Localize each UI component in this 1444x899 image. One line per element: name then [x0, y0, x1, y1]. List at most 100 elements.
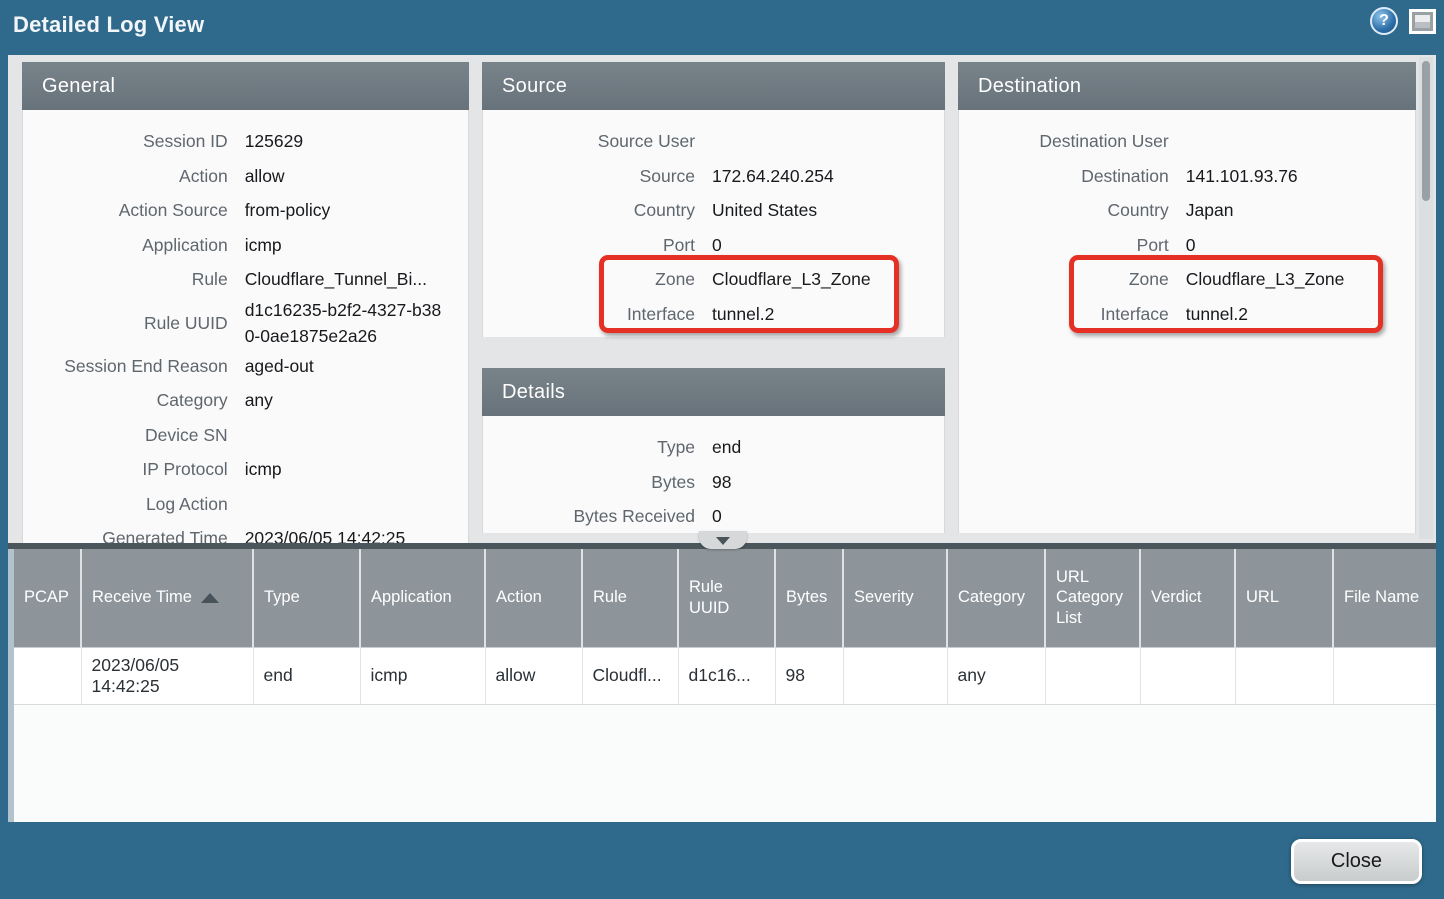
field-value: 0: [1186, 232, 1392, 258]
column-header-rule[interactable]: Rule: [582, 549, 678, 647]
footer-bar: Close: [0, 822, 1444, 899]
column-header-url-category-list[interactable]: URL Category List: [1045, 549, 1140, 647]
field-label: Type: [483, 434, 695, 460]
cell-category: any: [947, 647, 1045, 704]
cell-action: allow: [485, 647, 582, 704]
field-row: Zone Cloudflare_L3_Zone: [483, 262, 944, 297]
field-row: Source User: [483, 124, 944, 159]
panels-scrollbar-track[interactable]: [1419, 57, 1433, 539]
field-row: ZoneCloudflare_L3_Zone: [959, 262, 1415, 297]
field-label: Bytes: [483, 469, 695, 495]
field-label: Session ID: [23, 128, 228, 154]
field-row: Session End Reasonaged-out: [23, 349, 468, 384]
field-value: 125629: [245, 128, 445, 154]
field-label: Port: [483, 232, 695, 258]
general-panel-header: General: [22, 62, 469, 110]
field-row: CountryUnited States: [483, 193, 944, 228]
cell-severity: [843, 647, 947, 704]
field-row: Bytes Received0: [483, 499, 944, 534]
restore-window-icon[interactable]: [1409, 9, 1436, 34]
field-row: Categoryany: [23, 383, 468, 418]
column-header-application[interactable]: Application: [360, 549, 485, 647]
column-header-action[interactable]: Action: [485, 549, 582, 647]
column-header-verdict[interactable]: Verdict: [1140, 549, 1235, 647]
field-label: Action Source: [23, 197, 228, 223]
column-header-rule-uuid[interactable]: Rule UUID: [678, 549, 775, 647]
field-label: Interface: [483, 301, 695, 327]
field-value: United States: [712, 197, 921, 223]
help-icon[interactable]: ?: [1370, 7, 1398, 35]
field-row: IP Protocolicmp: [23, 452, 468, 487]
field-value: d1c16235-b2f2-4327-b380-0ae1875e2a26: [245, 297, 445, 349]
title-bar: Detailed Log View ?: [0, 0, 1444, 55]
title-bar-actions: ?: [1370, 7, 1436, 35]
field-value: 141.101.93.76: [1186, 163, 1392, 189]
field-value: 0: [712, 232, 921, 258]
field-value: allow: [245, 163, 445, 189]
destination-panel-body: Destination User Destination 141.101.93.76…: [958, 110, 1416, 533]
source-panel-header: Source: [482, 62, 945, 110]
cell-url-category-list: [1045, 647, 1140, 704]
field-label: Zone: [483, 266, 695, 292]
cell-type: end: [253, 647, 360, 704]
field-value: Cloudflare_L3_Zone: [712, 266, 921, 292]
field-label: Country: [959, 197, 1169, 223]
field-label: Destination User: [959, 128, 1169, 154]
field-value: Cloudflare_Tunnel_Bi...: [245, 266, 445, 292]
details-panel-header: Details: [482, 368, 945, 416]
log-table-region: PCAPReceive TimeTypeApplicationActionRul…: [8, 543, 1436, 822]
column-header-receive-time[interactable]: Receive Time: [81, 549, 253, 647]
field-value: 98: [712, 469, 921, 495]
table-row[interactable]: 2023/06/05 14:42:25endicmpallowCloudfl..…: [14, 647, 1436, 704]
cell-file-name: [1333, 647, 1436, 704]
field-row: CountryJapan: [959, 193, 1415, 228]
field-label: Rule: [23, 266, 228, 292]
field-row: Actionallow: [23, 159, 468, 194]
column-header-url[interactable]: URL: [1235, 549, 1333, 647]
field-label: Source: [483, 163, 695, 189]
field-value: icmp: [245, 232, 445, 258]
cell-verdict: [1140, 647, 1235, 704]
field-label: Zone: [959, 266, 1169, 292]
field-label: Rule UUID: [23, 310, 228, 336]
cell-bytes: 98: [775, 647, 843, 704]
field-value: from-policy: [245, 197, 445, 223]
field-row: Interfacetunnel.2: [959, 297, 1415, 332]
field-label: Category: [23, 387, 228, 413]
page-title: Detailed Log View: [0, 12, 204, 38]
field-row: Rule UUID d1c16235-b2f2-4327-b380-0ae1875…: [23, 297, 468, 349]
field-label: Application: [23, 232, 228, 258]
field-row: Device SN: [23, 418, 468, 453]
close-button[interactable]: Close: [1291, 839, 1422, 884]
details-panel-body: Typeend Bytes 98 Bytes Received0: [482, 416, 945, 533]
collapse-panel-handle[interactable]: [699, 531, 747, 549]
panels-scrollbar-thumb[interactable]: [1422, 61, 1430, 201]
detailed-log-view-dialog: Detailed Log View ? General Session ID 12…: [0, 0, 1444, 899]
cell-rule-uuid: d1c16...: [678, 647, 775, 704]
column-header-file-name[interactable]: File Name: [1333, 549, 1436, 647]
general-panel: General Session ID125629ActionallowActio…: [22, 62, 469, 543]
field-label: Device SN: [23, 422, 228, 448]
field-value: end: [712, 434, 921, 460]
cell-pcap: [14, 647, 81, 704]
field-row: Source 172.64.240.254: [483, 159, 944, 194]
column-header-severity[interactable]: Severity: [843, 549, 947, 647]
column-header-type[interactable]: Type: [253, 549, 360, 647]
destination-panel: Destination Destination User Destination 1…: [958, 62, 1416, 533]
details-panel: Details Typeend Bytes 98 Bytes Received0: [482, 368, 945, 533]
field-label: IP Protocol: [23, 456, 228, 482]
field-row: Application icmp: [23, 228, 468, 263]
field-row: Action Source from-policy: [23, 193, 468, 228]
field-row: Port0: [959, 228, 1415, 263]
cell-rule: Cloudfl...: [582, 647, 678, 704]
field-row: Destination User: [959, 124, 1415, 159]
column-header-category[interactable]: Category: [947, 549, 1045, 647]
field-value: 172.64.240.254: [712, 163, 921, 189]
field-row: Bytes 98: [483, 465, 944, 500]
column-header-pcap[interactable]: PCAP: [14, 549, 81, 647]
column-header-bytes[interactable]: Bytes: [775, 549, 843, 647]
log-detail-panels-region: General Session ID125629ActionallowActio…: [8, 55, 1436, 543]
field-label: Session End Reason: [23, 353, 228, 379]
field-label: Generated Time: [23, 525, 228, 543]
field-label: Destination: [959, 163, 1169, 189]
